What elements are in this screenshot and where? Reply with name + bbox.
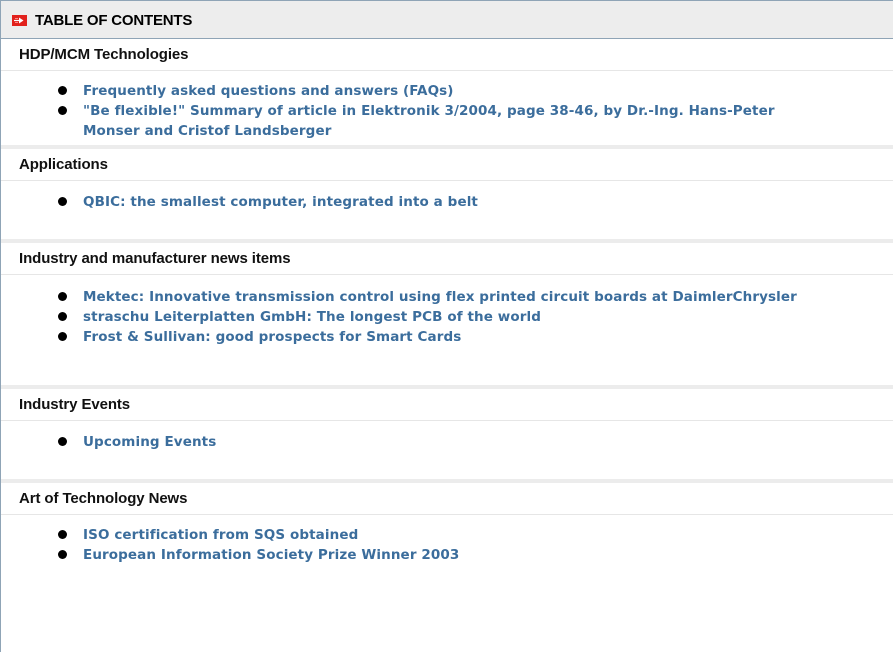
list-item: "Be flexible!" Summary of article in Ele… bbox=[1, 101, 893, 141]
link-list: ISO certification from SQS obtained Euro… bbox=[1, 525, 893, 565]
section-body: Mektec: Innovative transmission control … bbox=[1, 275, 893, 389]
list-item: straschu Leiterplatten GmbH: The longest… bbox=[1, 307, 893, 327]
link-eisp-winner[interactable]: European Information Society Prize Winne… bbox=[83, 547, 459, 563]
toc-page: TABLE OF CONTENTS HDP/MCM Technologies F… bbox=[0, 0, 893, 652]
section-body: Frequently asked questions and answers (… bbox=[1, 71, 893, 149]
list-item: ISO certification from SQS obtained bbox=[1, 525, 893, 545]
link-list: Upcoming Events bbox=[1, 432, 893, 452]
list-item: European Information Society Prize Winne… bbox=[1, 545, 893, 565]
section-industry-events: Industry Events Upcoming Events bbox=[1, 389, 893, 483]
section-applications: Applications QBIC: the smallest computer… bbox=[1, 149, 893, 243]
list-item: QBIC: the smallest computer, integrated … bbox=[1, 192, 893, 212]
bullet-icon bbox=[58, 292, 67, 301]
link-faqs[interactable]: Frequently asked questions and answers (… bbox=[83, 83, 454, 99]
bullet-icon bbox=[58, 332, 67, 341]
bullet-icon bbox=[58, 550, 67, 559]
link-upcoming-events[interactable]: Upcoming Events bbox=[83, 434, 216, 450]
bullet-icon bbox=[58, 197, 67, 206]
list-item: Frost & Sullivan: good prospects for Sma… bbox=[1, 327, 893, 347]
red-arrow-icon bbox=[12, 15, 27, 26]
link-mektec[interactable]: Mektec: Innovative transmission control … bbox=[83, 289, 797, 305]
link-frost-sullivan[interactable]: Frost & Sullivan: good prospects for Sma… bbox=[83, 329, 461, 345]
link-straschu[interactable]: straschu Leiterplatten GmbH: The longest… bbox=[83, 309, 541, 325]
list-item: Upcoming Events bbox=[1, 432, 893, 452]
section-heading: Industry and manufacturer news items bbox=[1, 243, 893, 275]
bullet-icon bbox=[58, 530, 67, 539]
link-iso-certification[interactable]: ISO certification from SQS obtained bbox=[83, 527, 358, 543]
link-list: QBIC: the smallest computer, integrated … bbox=[1, 192, 893, 212]
link-qbic[interactable]: QBIC: the smallest computer, integrated … bbox=[83, 194, 478, 210]
section-heading: Applications bbox=[1, 149, 893, 181]
link-be-flexible[interactable]: "Be flexible!" Summary of article in Ele… bbox=[83, 101, 823, 141]
section-industry-news: Industry and manufacturer news items Mek… bbox=[1, 243, 893, 389]
bullet-icon bbox=[58, 86, 67, 95]
bullet-icon bbox=[58, 106, 67, 115]
list-item: Mektec: Innovative transmission control … bbox=[1, 287, 893, 307]
bullet-icon bbox=[58, 437, 67, 446]
section-heading: HDP/MCM Technologies bbox=[1, 39, 893, 71]
section-hdp-mcm: HDP/MCM Technologies Frequently asked qu… bbox=[1, 39, 893, 149]
section-aot-news: Art of Technology News ISO certification… bbox=[1, 483, 893, 605]
section-body: Upcoming Events bbox=[1, 421, 893, 483]
bullet-icon bbox=[58, 312, 67, 321]
link-list: Frequently asked questions and answers (… bbox=[1, 81, 893, 141]
toc-title: TABLE OF CONTENTS bbox=[35, 12, 193, 29]
section-heading: Art of Technology News bbox=[1, 483, 893, 515]
section-body: QBIC: the smallest computer, integrated … bbox=[1, 181, 893, 243]
link-list: Mektec: Innovative transmission control … bbox=[1, 287, 893, 347]
toc-header: TABLE OF CONTENTS bbox=[1, 1, 893, 39]
section-heading: Industry Events bbox=[1, 389, 893, 421]
list-item: Frequently asked questions and answers (… bbox=[1, 81, 893, 101]
section-body: ISO certification from SQS obtained Euro… bbox=[1, 515, 893, 605]
